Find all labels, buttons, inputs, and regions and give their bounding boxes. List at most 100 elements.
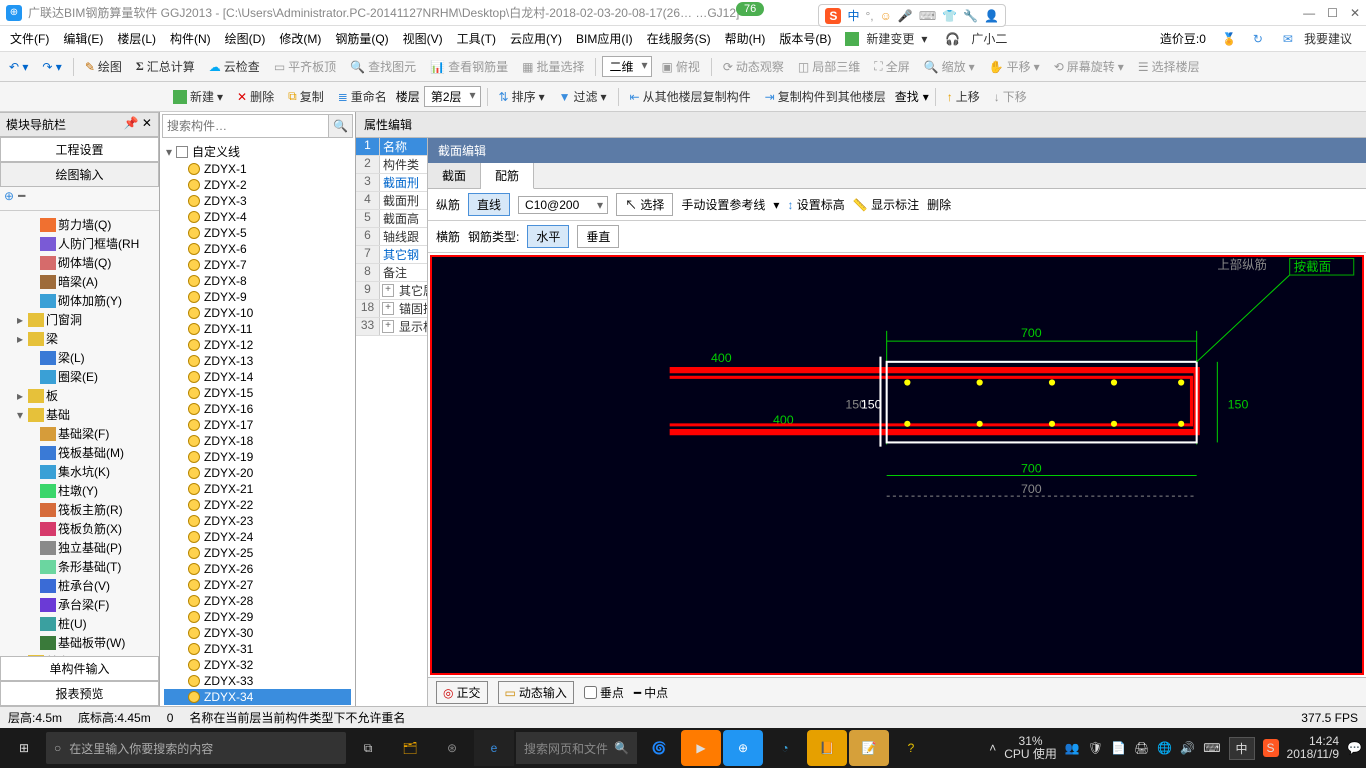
copy-from-button[interactable]: ⇤从其他楼层复制构件 [625, 86, 756, 107]
cpu-meter[interactable]: 31%CPU 使用 [1004, 735, 1057, 761]
list-item[interactable]: ZDYX-8 [164, 273, 351, 289]
list-item[interactable]: ZDYX-15 [164, 385, 351, 401]
line-button[interactable]: 直线 [468, 193, 510, 216]
menu-online[interactable]: 在线服务(S) [643, 28, 715, 49]
list-item[interactable]: ZDYX-27 [164, 577, 351, 593]
ime-mic-icon[interactable]: 🎤 [898, 9, 913, 23]
list-item[interactable]: ZDYX-29 [164, 609, 351, 625]
tree-node[interactable]: ▸门窗洞 [2, 310, 157, 329]
collapse-icon[interactable]: ━ [18, 189, 25, 208]
filter-button[interactable]: ▼过滤 ▾ [554, 86, 612, 107]
list-item[interactable]: ZDYX-34 [164, 689, 351, 705]
report-preview-tab[interactable]: 报表预览 [0, 681, 159, 706]
menu-modify[interactable]: 修改(M) [275, 28, 325, 49]
redo-button[interactable]: ↷ ▾ [37, 58, 66, 76]
draw-button[interactable]: ✎绘图 [80, 56, 127, 77]
list-item[interactable]: ZDYX-2 [164, 177, 351, 193]
move-up-button[interactable]: ↑上移 [942, 86, 985, 107]
list-item[interactable]: ZDYX-16 [164, 401, 351, 417]
view2d-combo[interactable]: 二维 [602, 56, 652, 77]
guangxiaoer-button[interactable]: 🎧广小二 [937, 26, 1015, 51]
list-item[interactable]: ZDYX-17 [164, 417, 351, 433]
tray-people-icon[interactable]: 👥 [1065, 741, 1080, 755]
refresh-icon[interactable]: ↻ [1249, 30, 1267, 48]
taskbar-app-c[interactable]: ◔ [765, 730, 805, 766]
list-item[interactable]: ZDYX-9 [164, 289, 351, 305]
list-item[interactable]: ZDYX-23 [164, 513, 351, 529]
undo-button[interactable]: ↶ ▾ [4, 58, 33, 76]
list-item[interactable]: ZDYX-7 [164, 257, 351, 273]
tree-node[interactable]: 桩承台(V) [2, 576, 157, 595]
tray-sogou-icon[interactable]: S [1263, 739, 1279, 757]
topview-button[interactable]: ▣俯视 [656, 56, 704, 77]
tray-notifications-icon[interactable]: 💬 [1347, 741, 1362, 755]
perp-snap[interactable]: 垂点 [584, 684, 624, 701]
taskbar-app-book[interactable]: 📙 [807, 730, 847, 766]
ime-emoji-icon[interactable]: ☺ [880, 9, 892, 23]
mid-snap[interactable]: ━ 中点 [634, 684, 668, 701]
menu-component[interactable]: 构件(N) [166, 28, 215, 49]
list-item[interactable]: ZDYX-3 [164, 193, 351, 209]
tree-node[interactable]: 筏板主筋(R) [2, 500, 157, 519]
menu-version[interactable]: 版本号(B) [775, 28, 835, 49]
tree-node[interactable]: 筏板基础(M) [2, 443, 157, 462]
cortana-search[interactable]: ○ 在这里输入你要搜索的内容 [46, 732, 346, 764]
list-item[interactable]: ZDYX-26 [164, 561, 351, 577]
property-row[interactable]: 5截面高 [356, 210, 427, 228]
zoom-button[interactable]: 🔍缩放 ▾ [919, 56, 980, 77]
menu-tools[interactable]: 工具(T) [453, 28, 500, 49]
tray-volume-icon[interactable]: 🔊 [1180, 741, 1195, 755]
list-item[interactable]: ZDYX-5 [164, 225, 351, 241]
edge-search[interactable]: 搜索网页和文件🔍 [516, 732, 637, 764]
menu-help[interactable]: 帮助(H) [721, 28, 770, 49]
list-root[interactable]: ▾自定义线 [164, 142, 351, 161]
property-row[interactable]: 9+其它属 [356, 282, 427, 300]
menu-edit[interactable]: 编辑(E) [59, 28, 107, 49]
spec-combo[interactable]: C10@200 [518, 196, 608, 214]
menu-view[interactable]: 视图(V) [399, 28, 447, 49]
menu-cloud[interactable]: 云应用(Y) [506, 28, 566, 49]
property-row[interactable]: 8备注 [356, 264, 427, 282]
tree-node[interactable]: 剪力墙(Q) [2, 215, 157, 234]
pan-button[interactable]: ✋平移 ▾ [984, 56, 1045, 77]
tray-up-icon[interactable]: ˄ [989, 741, 996, 755]
show-label-button[interactable]: 📏 显示标注 [853, 196, 919, 213]
ime-skin-icon[interactable]: 👕 [942, 9, 957, 23]
tree-node[interactable]: 圈梁(E) [2, 367, 157, 386]
copy-to-button[interactable]: ⇥复制构件到其他楼层 [760, 86, 891, 107]
list-item[interactable]: ZDYX-21 [164, 481, 351, 497]
select-floor-button[interactable]: ☰选择楼层 [1133, 56, 1205, 77]
delete-button[interactable]: ✕ 删除 [232, 86, 279, 107]
list-item[interactable]: ZDYX-1 [164, 161, 351, 177]
view-rebar-button[interactable]: 📊查看钢筋量 [425, 56, 513, 77]
close-button[interactable]: ✕ [1350, 6, 1360, 20]
draw-input-tab[interactable]: 绘图输入 [0, 162, 159, 187]
list-item[interactable]: ZDYX-18 [164, 433, 351, 449]
badge-icon[interactable]: 🏅 [1218, 30, 1241, 48]
tree-node[interactable]: 梁(L) [2, 348, 157, 367]
tray-lang[interactable]: 中 [1229, 737, 1255, 760]
taskbar-edge[interactable]: e [474, 730, 514, 766]
nav-tree[interactable]: 剪力墙(Q)人防门框墙(RH砌体墙(Q)暗梁(A)砌体加筋(Y)▸门窗洞▸梁梁(… [0, 211, 159, 656]
tree-node[interactable]: 基础板带(W) [2, 633, 157, 652]
tree-node[interactable]: 桩(U) [2, 614, 157, 633]
tree-node[interactable]: 柱墩(Y) [2, 481, 157, 500]
calc-button[interactable]: Σ 汇总计算 [131, 56, 200, 77]
vertical-button[interactable]: 垂直 [577, 225, 619, 248]
tree-node[interactable]: 砌体加筋(Y) [2, 291, 157, 310]
search-button[interactable]: 🔍 [328, 115, 352, 137]
list-item[interactable]: ZDYX-12 [164, 337, 351, 353]
tree-node[interactable]: ▾基础 [2, 405, 157, 424]
list-item[interactable]: ZDYX-25 [164, 545, 351, 561]
tree-node[interactable]: 承台梁(F) [2, 595, 157, 614]
flat-roof-button[interactable]: ▭平齐板顶 [269, 56, 341, 77]
tray-keyboard-icon[interactable]: ⌨ [1203, 741, 1220, 755]
select-button[interactable]: ↖ 选择 [616, 193, 673, 216]
list-item[interactable]: ZDYX-33 [164, 673, 351, 689]
list-item[interactable]: ZDYX-10 [164, 305, 351, 321]
tree-node[interactable]: 条形基础(T) [2, 557, 157, 576]
property-row[interactable]: 33+显示柱 [356, 318, 427, 336]
list-item[interactable]: ZDYX-4 [164, 209, 351, 225]
orbit-button[interactable]: ⟳动态观察 [718, 56, 789, 77]
property-grid[interactable]: 1名称2构件类3截面刑4截面刑5截面高6轴线跟7其它钢8备注9+其它属18+锚固… [356, 138, 428, 706]
